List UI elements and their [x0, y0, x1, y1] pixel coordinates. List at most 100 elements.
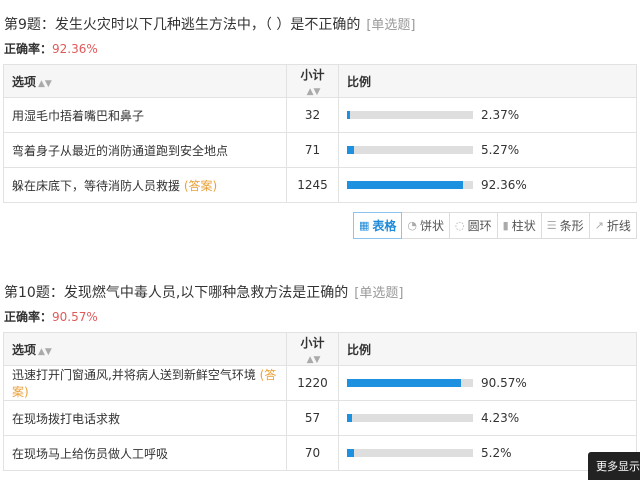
- row-percent: 90.57%: [338, 365, 637, 401]
- row-option: 躲在床底下，等待消防人员救援 (答案): [3, 167, 287, 203]
- toolbar-label: 饼状: [420, 219, 445, 233]
- percent-bar-fill: [347, 146, 354, 154]
- option-text: 躲在床底下，等待消防人员救援: [12, 178, 181, 193]
- row-option: 在现场马上给伤员做人工呼吸: [3, 435, 287, 471]
- answer-tag: (答案): [183, 178, 218, 193]
- toolbar-line-button[interactable]: ↗ 折线: [588, 212, 637, 239]
- question-title: 第9题：发生火灾时以下几种逃生方法中，（ ）是不正确的 [单选题]: [4, 14, 416, 34]
- stats-table: 选项 ▲▼ 小计▲▼ 比例 迅速打开门窗通风,并将病人送到新鲜空气环境 (答案) …: [3, 332, 637, 471]
- sort-icon[interactable]: ▲▼: [307, 355, 321, 365]
- header-percent: 比例: [338, 332, 637, 366]
- header-option-label: 选项: [12, 342, 37, 357]
- toolbar-horizontal-bar-button[interactable]: ☰ 条形: [540, 212, 590, 239]
- sort-icon[interactable]: ▲▼: [307, 87, 321, 97]
- row-count: 32: [286, 97, 339, 133]
- row-percent: 2.37%: [338, 97, 637, 133]
- correct-rate: 正确率：92.36%: [4, 40, 98, 57]
- header-count[interactable]: 小计 ▲▼: [286, 64, 339, 98]
- sort-icon[interactable]: ▲▼: [38, 79, 52, 89]
- header-count[interactable]: 小计 ▲▼: [286, 332, 339, 366]
- more-display-tip[interactable]: 更多显示: [588, 452, 640, 480]
- row-percent: 5.27%: [338, 132, 637, 168]
- chart-type-toolbar: ▦ 表格 ◔ 饼状 ◌ 圆环 ▮ 柱状 ☰ 条形 ↗ 折线: [353, 212, 637, 239]
- toolbar-pie-button[interactable]: ◔ 饼状: [401, 212, 451, 239]
- header-option-label: 选项: [12, 74, 37, 89]
- percent-bar-fill: [347, 181, 464, 189]
- option-text: 迅速打开门窗通风,并将病人送到新鲜空气环境: [12, 368, 256, 382]
- toolbar-donut-button[interactable]: ◌ 圆环: [449, 212, 498, 239]
- row-option: 在现场拨打电话求救: [3, 400, 287, 436]
- header-option[interactable]: 选项 ▲▼: [3, 64, 287, 98]
- percent-text: 4.23%: [481, 411, 520, 425]
- option-text: 在现场拨打电话求救: [12, 411, 121, 426]
- row-option: 用湿毛巾捂着嘴巴和鼻子: [3, 97, 287, 133]
- toolbar-label: 圆环: [467, 219, 492, 233]
- option-text: 用湿毛巾捂着嘴巴和鼻子: [12, 108, 145, 123]
- table-row: 在现场马上给伤员做人工呼吸 70 5.2%: [3, 435, 637, 471]
- header-percent-label: 比例: [347, 74, 372, 89]
- correct-rate-label: 正确率：: [4, 310, 53, 324]
- percent-text: 5.2%: [481, 446, 512, 460]
- toolbar-bar-button[interactable]: ▮ 柱状: [496, 212, 542, 239]
- table-row: 在现场拨打电话求救 57 4.23%: [3, 400, 637, 436]
- row-count: 57: [286, 400, 339, 436]
- row-percent: 4.23%: [338, 400, 637, 436]
- question-title-text: 第10题：发现燃气中毒人员,以下哪种急救方法是正确的: [4, 285, 349, 301]
- row-count: 1220: [286, 365, 339, 401]
- line-chart-icon: ↗: [594, 219, 604, 232]
- header-option[interactable]: 选项 ▲▼: [3, 332, 287, 366]
- correct-rate-label: 正确率：: [4, 42, 53, 56]
- table-row: 用湿毛巾捂着嘴巴和鼻子 32 2.37%: [3, 97, 637, 133]
- correct-rate: 正确率：90.57%: [4, 308, 98, 325]
- toolbar-label: 柱状: [511, 219, 536, 233]
- toolbar-label: 表格: [372, 219, 397, 233]
- percent-text: 5.27%: [481, 143, 520, 157]
- row-count: 1245: [286, 167, 339, 203]
- percent-bar: [347, 449, 473, 457]
- header-percent: 比例: [338, 64, 637, 98]
- table-icon: ▦: [359, 219, 370, 232]
- option-text: 弯着身子从最近的消防通道跑到安全地点: [12, 143, 229, 158]
- row-percent: 92.36%: [338, 167, 637, 203]
- row-count: 70: [286, 435, 339, 471]
- percent-bar: [347, 379, 473, 387]
- percent-text: 90.57%: [481, 376, 527, 390]
- stats-table: 选项 ▲▼ 小计▲▼ 比例 用湿毛巾捂着嘴巴和鼻子 32 2.37% 弯着身子从最…: [3, 64, 637, 203]
- header-count-label: 小计: [300, 335, 325, 350]
- table-row: 迅速打开门窗通风,并将病人送到新鲜空气环境 (答案) 1220 90.57%: [3, 365, 637, 401]
- row-option: 迅速打开门窗通风,并将病人送到新鲜空气环境 (答案): [3, 365, 287, 401]
- row-option: 弯着身子从最近的消防通道跑到安全地点: [3, 132, 287, 168]
- header-percent-label: 比例: [347, 342, 372, 357]
- percent-bar-fill: [347, 414, 353, 422]
- question-type: [单选题]: [354, 286, 404, 301]
- question-title: 第10题：发现燃气中毒人员,以下哪种急救方法是正确的 [单选题]: [4, 282, 403, 302]
- percent-bar: [347, 414, 473, 422]
- table-row: 弯着身子从最近的消防通道跑到安全地点 71 5.27%: [3, 132, 637, 168]
- table-row: 躲在床底下，等待消防人员救援 (答案) 1245 92.36%: [3, 167, 637, 203]
- bar-chart-icon: ▮: [502, 219, 509, 232]
- question-type: [单选题]: [366, 18, 416, 33]
- percent-text: 92.36%: [481, 178, 527, 192]
- percent-bar: [347, 111, 473, 119]
- percent-bar: [347, 146, 473, 154]
- table-header-row: 选项 ▲▼ 小计▲▼ 比例: [3, 332, 637, 366]
- horizontal-bar-icon: ☰: [546, 219, 557, 232]
- header-count-label: 小计: [300, 67, 325, 82]
- row-count: 71: [286, 132, 339, 168]
- pie-icon: ◔: [407, 219, 418, 232]
- toolbar-table-button[interactable]: ▦ 表格: [353, 212, 403, 239]
- sort-icon[interactable]: ▲▼: [38, 347, 52, 357]
- percent-bar-fill: [347, 379, 462, 387]
- correct-rate-value: 92.36%: [52, 42, 98, 56]
- correct-rate-value: 90.57%: [52, 310, 98, 324]
- percent-bar: [347, 181, 473, 189]
- percent-bar-fill: [347, 111, 350, 119]
- percent-text: 2.37%: [481, 108, 520, 122]
- table-header-row: 选项 ▲▼ 小计▲▼ 比例: [3, 64, 637, 98]
- toolbar-label: 条形: [559, 219, 584, 233]
- toolbar-label: 折线: [606, 219, 631, 233]
- option-text: 在现场马上给伤员做人工呼吸: [12, 446, 169, 461]
- donut-icon: ◌: [455, 219, 465, 232]
- percent-bar-fill: [347, 449, 354, 457]
- question-title-text: 第9题：发生火灾时以下几种逃生方法中，（ ）是不正确的: [4, 17, 361, 33]
